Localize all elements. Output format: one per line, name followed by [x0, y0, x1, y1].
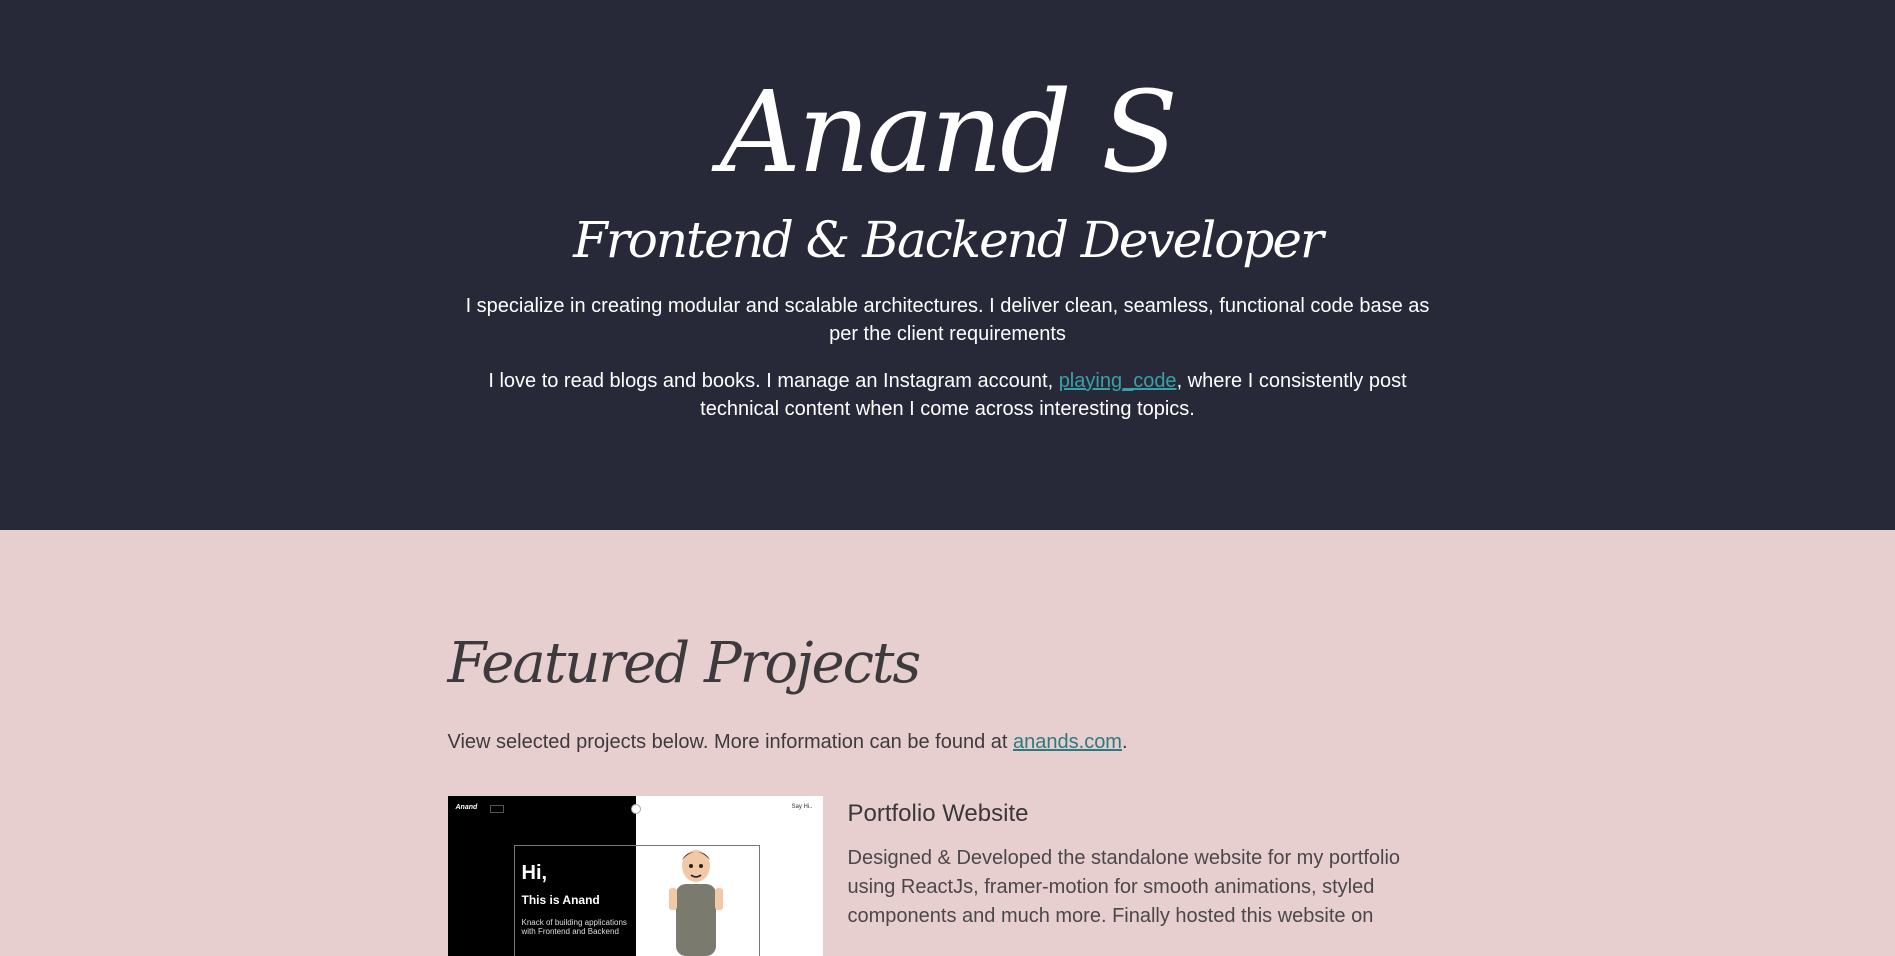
thumbnail-say-hi: Say Hi.. — [791, 804, 813, 810]
hero-section: Anand S Frontend & Backend Developer I s… — [0, 0, 1895, 530]
hero-bio-2: I love to read blogs and books. I manage… — [453, 367, 1443, 423]
hero-bio-1: I specialize in creating modular and sca… — [465, 295, 1430, 345]
thumbnail-menu-icon — [489, 805, 504, 813]
featured-projects-section: Featured Projects View selected projects… — [447, 530, 1448, 956]
project-card[interactable]: Anand Hi, This is Anand Knack of buildin… — [447, 796, 1448, 956]
project-description: Designed & Developed the standalone webs… — [847, 847, 1401, 927]
website-link[interactable]: anands.com — [1013, 731, 1122, 753]
projects-intro: View selected projects below. More infor… — [448, 728, 1448, 756]
thumbnail-logo: Anand — [455, 804, 478, 811]
projects-intro-before: View selected projects below. More infor… — [447, 731, 1014, 753]
thumbnail-toggle-icon — [630, 804, 641, 814]
thumbnail-dark-panel: Anand Hi, This is Anand Knack of buildin… — [447, 796, 760, 956]
thumbnail-subtitle: This is Anand — [521, 893, 600, 907]
hero-bio-2-before: I love to read blogs and books. I manage… — [488, 370, 1059, 392]
project-thumbnail[interactable]: Anand Hi, This is Anand Knack of buildin… — [447, 796, 823, 956]
instagram-link[interactable]: playing_code — [1059, 370, 1177, 392]
hero-role: Frontend & Backend Developer — [573, 211, 1324, 269]
projects-title: Featured Projects — [447, 631, 922, 696]
thumbnail-greeting: Hi, — [521, 862, 548, 884]
hero-name: Anand S — [720, 68, 1178, 198]
project-title[interactable]: Portfolio Website — [848, 800, 1448, 828]
project-info: Portfolio Website Designed & Developed t… — [823, 796, 1448, 956]
thumbnail-tagline: Knack of building applications with Fron… — [521, 918, 627, 936]
projects-intro-after: . — [1121, 731, 1128, 753]
